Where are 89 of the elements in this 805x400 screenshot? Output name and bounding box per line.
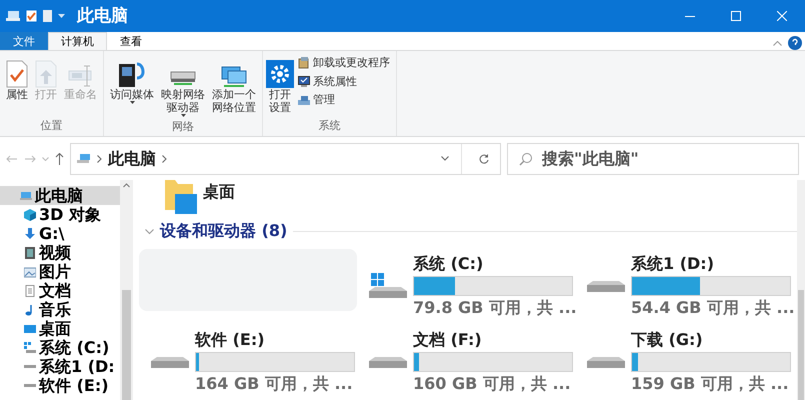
ribbon-button[interactable]: 映射网络驱动器	[159, 54, 207, 119]
sidebar-item[interactable]: 文档	[0, 281, 120, 300]
ribbon-button[interactable]: 卸载或更改程序	[296, 54, 392, 72]
ribbon-tab[interactable]: 计算机	[48, 32, 107, 50]
open-document-icon	[35, 60, 57, 88]
monitor-check-icon	[298, 76, 310, 88]
scrollbar[interactable]	[120, 180, 133, 400]
caret-icon	[180, 114, 186, 117]
drive-name[interactable]: 系统1 (D:)	[631, 252, 795, 276]
computer-icon[interactable]	[6, 10, 20, 22]
ribbon-button[interactable]: 系统属性	[296, 72, 392, 91]
drive-icon	[24, 342, 36, 354]
desktop-icon	[24, 322, 36, 334]
drive-name[interactable]: 系统 (C:)	[413, 252, 577, 276]
collapse-caret-icon[interactable]	[773, 40, 782, 46]
dropdown-caret-icon[interactable]	[440, 156, 448, 161]
folder-icon	[163, 180, 197, 216]
scrollbar-thumb[interactable]	[122, 290, 131, 400]
ribbon-button[interactable]: 管理	[296, 91, 392, 110]
down-arrow-icon	[24, 228, 36, 240]
sidebar-item[interactable]: 系统 (C:)	[0, 338, 120, 357]
help-icon[interactable]	[788, 36, 802, 50]
caret-icon	[130, 101, 134, 104]
sidebar-item[interactable]: 系统1 (D:	[0, 357, 120, 376]
drive-name[interactable]: 软件 (E:)	[195, 328, 355, 352]
scrollbar-thumb[interactable]	[798, 290, 804, 400]
ribbon-group-label: 系统	[318, 118, 342, 134]
caret-icon[interactable]	[42, 156, 49, 160]
drive-icon	[24, 365, 36, 368]
breadcrumb-item[interactable]: 此电脑	[108, 146, 156, 170]
close-icon	[777, 11, 787, 21]
drive-icon	[151, 356, 189, 368]
document-icon	[24, 284, 36, 296]
computer-icon	[20, 190, 32, 202]
back-arrow-icon[interactable]	[6, 154, 18, 162]
free-space-text: 79.8 GB 可用，共 ...	[413, 297, 577, 319]
ribbon-button[interactable]: 添加一个网络位置	[210, 54, 258, 116]
computer-management-icon	[298, 94, 310, 106]
address-bar[interactable]: 此电脑	[70, 142, 501, 174]
properties-icon	[6, 60, 28, 88]
sidebar-item[interactable]: G:\	[0, 224, 120, 243]
maximize-icon	[731, 11, 741, 21]
refresh-icon[interactable]	[479, 154, 489, 164]
window-title: 此电脑	[77, 6, 128, 26]
sidebar-item[interactable]: 视频	[0, 243, 120, 262]
sidebar-item[interactable]: 软件 (E:)	[0, 376, 120, 395]
chevron-icon	[162, 154, 167, 162]
program-box-icon	[298, 57, 310, 70]
caret-icon[interactable]	[58, 14, 65, 18]
settings-icon	[266, 60, 294, 88]
chevron-down-icon[interactable]	[145, 226, 154, 236]
file-menu-tab[interactable]: 文件	[0, 32, 48, 50]
drive-name[interactable]: 下载 (G:)	[631, 328, 791, 352]
up-arrow-icon[interactable]	[55, 152, 64, 164]
sidebar-item[interactable]: 桌面	[0, 319, 120, 338]
free-space-text: 54.4 GB 可用，共 ...	[631, 297, 795, 319]
cube-icon	[24, 208, 36, 220]
computer-icon	[77, 153, 91, 164]
forward-arrow-icon[interactable]	[24, 154, 36, 162]
drive-icon	[587, 280, 625, 292]
free-space-text: 164 GB 可用，共 ...	[195, 373, 354, 395]
scrollbar[interactable]	[797, 180, 805, 400]
network-location-icon	[220, 64, 248, 88]
search-icon	[519, 152, 533, 166]
drive-icon	[24, 384, 36, 387]
folder-label[interactable]: 桌面	[203, 180, 235, 204]
free-space-text: 160 GB 可用，共 ...	[413, 373, 572, 395]
drive-name[interactable]: 文档 (F:)	[413, 328, 573, 352]
ribbon-group-label: 位置	[40, 118, 64, 134]
ribbon-tab[interactable]: 查看	[107, 32, 155, 50]
ribbon-button[interactable]: 打开设置	[267, 54, 293, 116]
media-server-icon	[117, 60, 147, 88]
drive-icon	[587, 356, 625, 368]
drive-icon	[369, 356, 407, 368]
chevron-icon	[97, 154, 102, 162]
ribbon-button[interactable]: 访问媒体	[108, 54, 156, 106]
system-drive-icon	[369, 273, 407, 299]
ribbon-group-label: 网络	[171, 119, 195, 135]
free-space-text: 159 GB 可用，共 ...	[631, 373, 790, 395]
checkmark-document-icon[interactable]	[26, 10, 37, 22]
sidebar-item[interactable]: 图片	[0, 262, 120, 281]
film-icon	[24, 246, 36, 258]
rename-icon	[68, 64, 94, 88]
sidebar-item[interactable]: 3D 对象	[0, 205, 120, 224]
picture-icon	[24, 266, 36, 278]
ribbon-button[interactable]: 属性	[4, 54, 30, 103]
section-header[interactable]: 设备和驱动器 (8)	[160, 219, 288, 243]
sidebar-item[interactable]: 音乐	[0, 300, 120, 319]
sidebar-item[interactable]: 此电脑	[0, 186, 120, 205]
